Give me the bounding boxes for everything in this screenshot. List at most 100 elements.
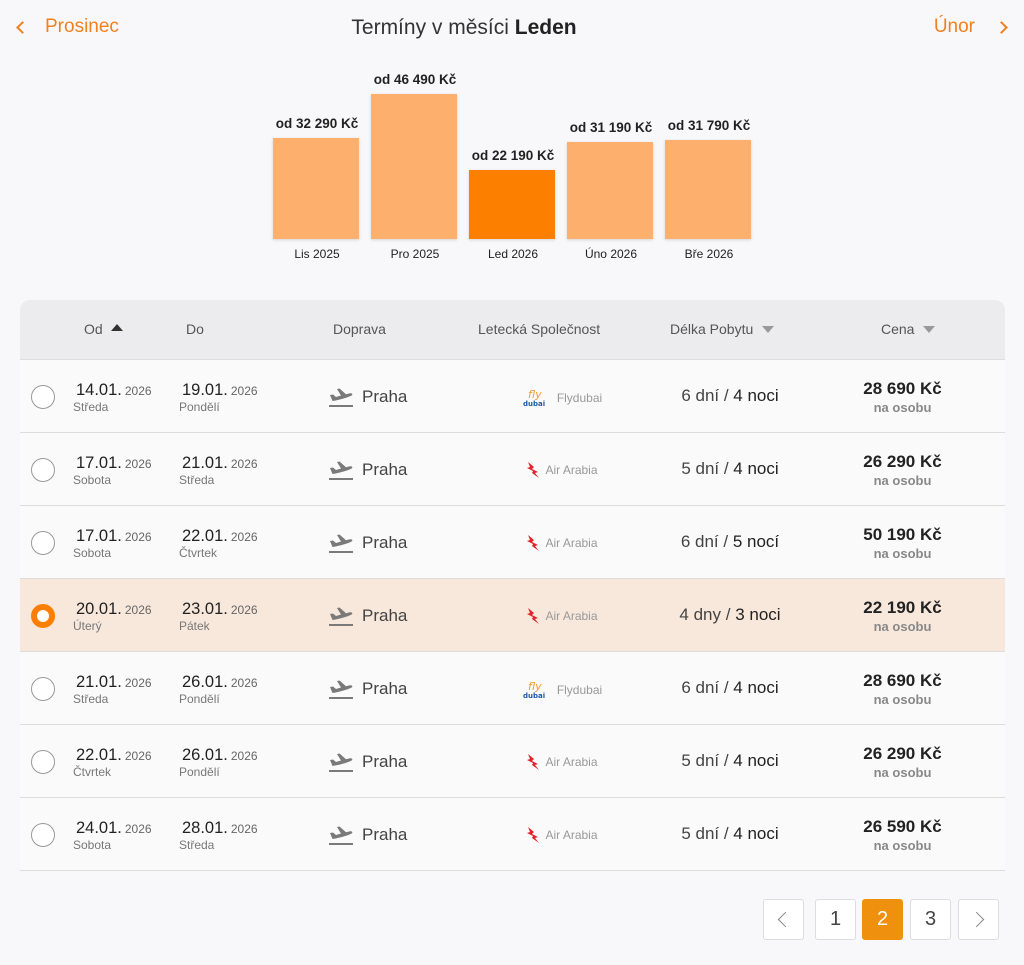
airline-cell: Air Arabia: [502, 534, 622, 552]
stay-days: 5 dní: [681, 751, 720, 770]
from-weekday: Středa: [73, 692, 109, 706]
from-date-value: 17.01.: [76, 454, 122, 472]
transport-cell: Praha: [328, 459, 407, 481]
chart-bar[interactable]: [469, 170, 555, 239]
to-date-value: 26.01.: [182, 673, 228, 691]
from-year: 2026: [124, 749, 152, 763]
row-select-radio[interactable]: [31, 677, 55, 701]
from-year: 2026: [124, 457, 152, 471]
airline-name: Air Arabia: [545, 536, 598, 550]
to-weekday: Čtvrtek: [179, 546, 218, 560]
transport-cell: Praha: [328, 605, 407, 627]
page-3-button[interactable]: 3: [910, 899, 951, 940]
from-date: 24.01. 2026 Sobota: [73, 819, 152, 852]
page-2-button[interactable]: 2: [862, 899, 903, 940]
departure-city: Praha: [362, 606, 408, 625]
stay-length: 6 dní / 4 noci: [681, 678, 779, 697]
airline-name: Flydubai: [556, 683, 603, 697]
table-row[interactable]: 14.01. 2026 Středa 19.01. 2026 Pondělí Praha fl…: [20, 360, 1005, 433]
chart-bar[interactable]: [665, 140, 751, 239]
plane-departure-icon: [329, 680, 353, 699]
plane-departure-icon: [329, 753, 353, 772]
stay-nights: 4 noci: [733, 459, 779, 478]
stay-days: 6 dní: [681, 678, 720, 697]
row-select-radio[interactable]: [31, 385, 55, 409]
chart-bar[interactable]: [371, 94, 457, 239]
chart-bar-price-label: od 31 790 Kč: [667, 118, 751, 133]
price-per-person: na osobu: [873, 692, 932, 707]
to-weekday: Pondělí: [179, 765, 220, 779]
from-date: 17.01. 2026 Sobota: [73, 527, 152, 560]
from-date: 14.01. 2026 Středa: [73, 381, 152, 414]
price-value: 28 690 Kč: [863, 379, 942, 398]
stay-length: 5 dní / 4 noci: [681, 824, 779, 843]
to-weekday: Pondělí: [179, 400, 220, 414]
svg-text:dubai: dubai: [523, 692, 545, 700]
to-date-value: 22.01.: [182, 527, 228, 545]
chart-bar-price-label: od 22 190 Kč: [471, 148, 555, 163]
row-select-radio[interactable]: [31, 750, 55, 774]
pagination: 1 2 3: [0, 899, 1024, 940]
from-year: 2026: [124, 822, 152, 836]
to-weekday: Středa: [179, 473, 215, 487]
table-row[interactable]: 22.01. 2026 Čtvrtek 26.01. 2026 Pondělí Praha A…: [20, 725, 1005, 798]
header-to-label: Do: [186, 321, 204, 337]
price-per-person: na osobu: [873, 765, 932, 780]
price-cell: 28 690 Kč na osobu: [820, 379, 985, 415]
from-date-value: 17.01.: [76, 527, 122, 545]
page-1-button[interactable]: 1: [815, 899, 856, 940]
price-value: 50 190 Kč: [863, 525, 942, 544]
table-row[interactable]: 24.01. 2026 Sobota 28.01. 2026 Středa Praha Air…: [20, 798, 1005, 871]
chart-bar-price-label: od 46 490 Kč: [373, 72, 457, 87]
next-page-button[interactable]: [958, 899, 999, 940]
header-transport-label: Doprava: [333, 321, 386, 337]
to-year: 2026: [230, 603, 258, 617]
row-select-radio[interactable]: [31, 531, 55, 555]
table-row[interactable]: 17.01. 2026 Sobota 22.01. 2026 Čtvrtek Praha Ai…: [20, 506, 1005, 579]
row-select-radio[interactable]: [31, 458, 55, 482]
chart-bar[interactable]: [567, 142, 653, 239]
stay-days: 4 dny: [679, 605, 722, 624]
table-row[interactable]: 21.01. 2026 Středa 26.01. 2026 Pondělí Praha fl…: [20, 652, 1005, 725]
stay-nights: 5 nocí: [732, 532, 780, 551]
table-row[interactable]: 17.01. 2026 Sobota 21.01. 2026 Středa Praha Air…: [20, 433, 1005, 506]
from-date-value: 22.01.: [76, 746, 122, 764]
stay-nights: 4 noci: [733, 751, 779, 770]
to-weekday: Pátek: [179, 619, 210, 633]
airline-cell: Air Arabia: [502, 826, 622, 844]
chart-bar-price-label: od 32 290 Kč: [275, 116, 359, 131]
stay-days: 5 dní: [681, 824, 720, 843]
price-cell: 28 690 Kč na osobu: [820, 671, 985, 707]
price-value: 28 690 Kč: [863, 671, 942, 690]
departure-city: Praha: [362, 752, 408, 771]
from-year: 2026: [124, 530, 152, 544]
header-to: Do: [186, 321, 204, 337]
stay-length: 6 dní / 5 nocí: [680, 532, 780, 551]
to-year: 2026: [230, 384, 258, 398]
to-year: 2026: [230, 822, 258, 836]
to-date-value: 28.01.: [182, 819, 228, 837]
header-from[interactable]: Od: [84, 321, 123, 337]
plane-departure-icon: [329, 461, 353, 480]
transport-cell: Praha: [328, 678, 407, 700]
prev-page-button[interactable]: [763, 899, 804, 940]
flydubai-logo-icon: flydubai: [523, 680, 545, 700]
row-select-radio[interactable]: [31, 823, 55, 847]
table-row[interactable]: 20.01. 2026 Úterý 23.01. 2026 Pátek Praha Air A…: [20, 579, 1005, 652]
from-date-value: 20.01.: [76, 600, 122, 618]
airline-name: Air Arabia: [545, 609, 598, 623]
to-date-value: 26.01.: [182, 746, 228, 764]
from-year: 2026: [124, 603, 152, 617]
from-weekday: Čtvrtek: [73, 765, 112, 779]
price-cell: 26 590 Kč na osobu: [820, 817, 985, 853]
chart-bar[interactable]: [273, 138, 359, 239]
terms-table: Od Do Doprava Letecká Společnost Délka P…: [20, 300, 1005, 871]
from-date: 20.01. 2026 Úterý: [73, 600, 152, 633]
row-select-radio[interactable]: [31, 604, 55, 628]
stay-days: 5 dní: [681, 459, 720, 478]
transport-cell: Praha: [328, 532, 407, 554]
header-price[interactable]: Cena: [881, 321, 936, 337]
transport-cell: Praha: [328, 751, 407, 773]
airline-cell: fly dubai Flydubai: [502, 680, 622, 700]
header-stay[interactable]: Délka Pobytu: [670, 321, 775, 337]
